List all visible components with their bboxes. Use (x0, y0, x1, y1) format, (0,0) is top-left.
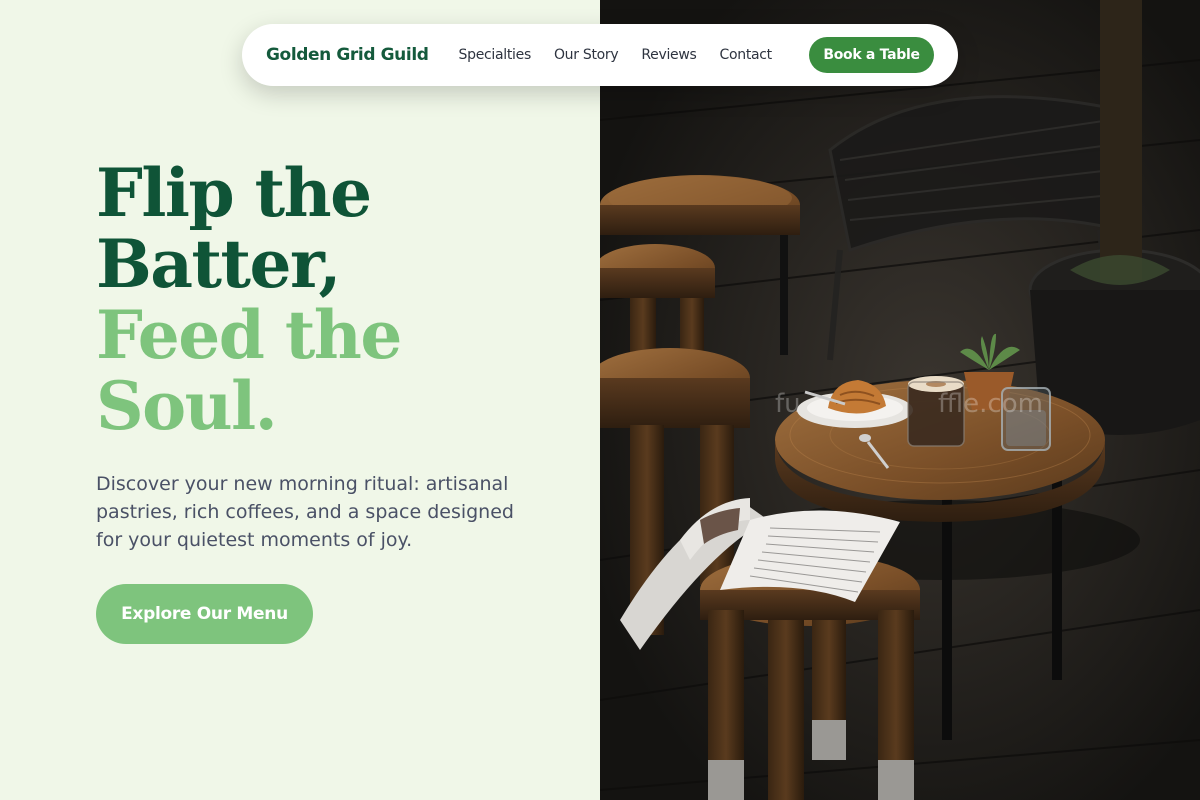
brand-logo[interactable]: Golden Grid Guild (266, 45, 429, 65)
nav-links: Specialties Our Story Reviews Contact (459, 47, 773, 63)
cafe-photo-illustration: fu ffle.com (600, 0, 1200, 800)
hero-headline: Flip the Batter, Feed the Soul. (96, 154, 402, 445)
explore-menu-button[interactable]: Explore Our Menu (96, 584, 313, 644)
hero-description: Discover your new morning ritual: artisa… (96, 473, 514, 551)
nav-link-contact[interactable]: Contact (720, 47, 773, 63)
headline-line-3: Feed the (96, 296, 402, 374)
top-nav: Golden Grid Guild Specialties Our Story … (242, 24, 958, 86)
headline-line-4: Soul. (96, 367, 278, 445)
nav-link-our-story[interactable]: Our Story (554, 47, 619, 63)
headline-line-2: Batter, (96, 225, 341, 303)
hero-photo: fu ffle.com (600, 0, 1200, 800)
photo-watermark-end: ffle.com (938, 389, 1043, 419)
hero-panel: Flip the Batter, Feed the Soul. Discover… (0, 0, 600, 800)
nav-link-specialties[interactable]: Specialties (459, 47, 532, 63)
book-table-button[interactable]: Book a Table (809, 37, 934, 73)
headline-line-1: Flip the (96, 154, 372, 232)
nav-link-reviews[interactable]: Reviews (641, 47, 696, 63)
photo-watermark: fu (775, 389, 801, 419)
